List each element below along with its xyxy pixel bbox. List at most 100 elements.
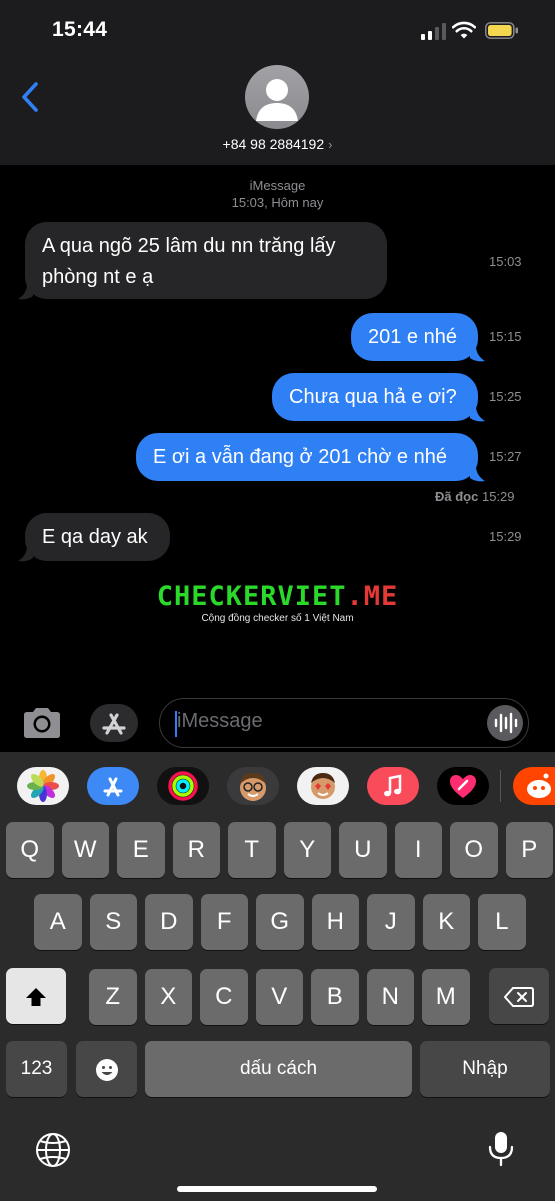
thread-meta: iMessage 15:03, Hôm nay <box>0 177 555 211</box>
key-e[interactable]: E <box>117 822 165 878</box>
key-m[interactable]: M <box>422 969 470 1025</box>
memoji-app-button[interactable] <box>227 767 279 805</box>
back-chevron-icon[interactable] <box>16 80 46 114</box>
dictation-mic-icon[interactable] <box>487 1130 515 1168</box>
digital-touch-app-button[interactable] <box>437 767 489 805</box>
watermark-title-suffix: .ME <box>346 581 399 612</box>
memoji-icon <box>240 773 266 801</box>
watermark-title-text: CHECKERVIET <box>156 581 347 612</box>
input-placeholder: iMessage <box>177 710 263 732</box>
message-bubble-outgoing[interactable]: E ơi a vẫn đang ở 201 chờ e nhé <box>136 433 478 481</box>
person-placeholder-icon <box>256 79 298 121</box>
reddit-icon <box>527 773 551 798</box>
shift-arrow-icon <box>26 987 46 1006</box>
shift-key[interactable] <box>6 968 66 1024</box>
key-d[interactable]: D <box>145 894 193 950</box>
key-w[interactable]: W <box>61 822 109 878</box>
reddit-app-button[interactable] <box>513 767 555 805</box>
message-time: 15:15 <box>489 329 522 344</box>
photos-icon <box>27 770 59 802</box>
return-key[interactable]: Nhập <box>420 1041 550 1097</box>
app-store-icon <box>103 777 123 797</box>
key-y[interactable]: Y <box>283 822 331 878</box>
key-f[interactable]: F <box>200 894 248 950</box>
message-input[interactable]: iMessage <box>159 698 529 748</box>
key-a[interactable]: A <box>34 894 82 950</box>
message-time: 15:27 <box>489 449 522 464</box>
status-time: 15:44 <box>52 18 108 41</box>
digital-touch-icon <box>450 775 476 798</box>
service-label: iMessage <box>249 178 306 193</box>
read-time: 15:29 <box>481 489 515 504</box>
space-key[interactable]: dấu cách <box>145 1041 412 1097</box>
key-x[interactable]: X <box>144 969 192 1025</box>
key-j[interactable]: J <box>367 894 415 950</box>
watermark-title: CHECKERVIET.ME <box>0 581 555 612</box>
key-r[interactable]: R <box>172 822 220 878</box>
message-text: E qa day ak <box>42 526 148 548</box>
wifi-icon <box>452 21 476 39</box>
key-z[interactable]: Z <box>89 969 137 1025</box>
message-bubble-outgoing[interactable]: Chưa qua hả e ơi? <box>272 373 478 421</box>
message-text: E ơi a vẫn đang ở 201 chờ e nhé <box>153 446 447 468</box>
read-receipt: Đã đọc 15:29 <box>435 489 515 504</box>
key-s[interactable]: S <box>89 894 137 950</box>
bubble-tail <box>470 408 485 422</box>
bubble-tail <box>470 348 485 362</box>
message-bubble-incoming[interactable]: A qua ngõ 25 lâm du nn trăng lấy phòng n… <box>25 222 387 299</box>
key-q[interactable]: Q <box>6 822 54 878</box>
emoji-key[interactable] <box>76 1041 137 1097</box>
numbers-key[interactable]: 123 <box>6 1041 67 1097</box>
contact-name[interactable]: +84 98 2884192 › <box>150 136 405 152</box>
delete-key[interactable] <box>489 968 549 1024</box>
bubble-tail <box>18 286 33 300</box>
message-time: 15:29 <box>489 529 522 544</box>
memoji-stickers-app-button[interactable] <box>297 767 349 805</box>
message-text: Chưa qua hả e ơi? <box>289 386 457 408</box>
thread-date: 15:03, Hôm nay <box>231 195 324 210</box>
message-time: 15:03 <box>489 254 522 269</box>
key-u[interactable]: U <box>339 822 387 878</box>
key-o[interactable]: O <box>450 822 498 878</box>
key-k[interactable]: K <box>422 894 470 950</box>
music-app-button[interactable] <box>367 767 419 805</box>
backspace-icon <box>503 986 534 1007</box>
message-text: A qua ngõ 25 lâm du nn trăng lấy phòng n… <box>42 235 336 288</box>
app-store-tray-button[interactable] <box>87 767 139 805</box>
waveform-icon <box>494 712 518 734</box>
chevron-right-icon: › <box>328 137 333 152</box>
watermark: CHECKERVIET.ME Cộng đồng checker số 1 Vi… <box>0 581 555 624</box>
key-n[interactable]: N <box>366 969 414 1025</box>
message-bubble-outgoing[interactable]: 201 e nhé <box>351 313 478 361</box>
watermark-subtitle: Cộng đồng checker số 1 Việt Nam <box>201 613 354 624</box>
home-indicator[interactable] <box>177 1186 377 1192</box>
key-h[interactable]: H <box>311 894 359 950</box>
key-b[interactable]: B <box>311 969 359 1025</box>
audio-message-button[interactable] <box>487 705 523 741</box>
photos-app-button[interactable] <box>17 767 69 805</box>
emoji-icon <box>95 1058 118 1081</box>
app-store-button[interactable] <box>90 704 138 742</box>
tray-divider <box>500 770 501 802</box>
key-p[interactable]: P <box>505 822 553 878</box>
bubble-tail <box>18 548 33 562</box>
message-text: 201 e nhé <box>368 326 457 348</box>
music-icon <box>384 774 402 797</box>
key-i[interactable]: I <box>394 822 442 878</box>
activity-app-button[interactable] <box>157 767 209 805</box>
key-v[interactable]: V <box>255 969 303 1025</box>
globe-icon[interactable] <box>35 1132 71 1168</box>
app-store-icon <box>102 713 126 735</box>
key-g[interactable]: G <box>256 894 304 950</box>
message-bubble-incoming[interactable]: E qa day ak <box>25 513 170 561</box>
bubble-tail <box>470 468 485 482</box>
cellular-signal-icon <box>421 22 447 40</box>
camera-icon[interactable] <box>20 703 64 743</box>
contact-avatar[interactable] <box>245 65 309 129</box>
message-time: 15:25 <box>489 389 522 404</box>
memoji-stickers-icon <box>311 773 335 799</box>
contact-number: +84 98 2884192 <box>222 136 325 152</box>
key-l[interactable]: L <box>478 894 526 950</box>
key-t[interactable]: T <box>228 822 276 878</box>
key-c[interactable]: C <box>200 969 248 1025</box>
